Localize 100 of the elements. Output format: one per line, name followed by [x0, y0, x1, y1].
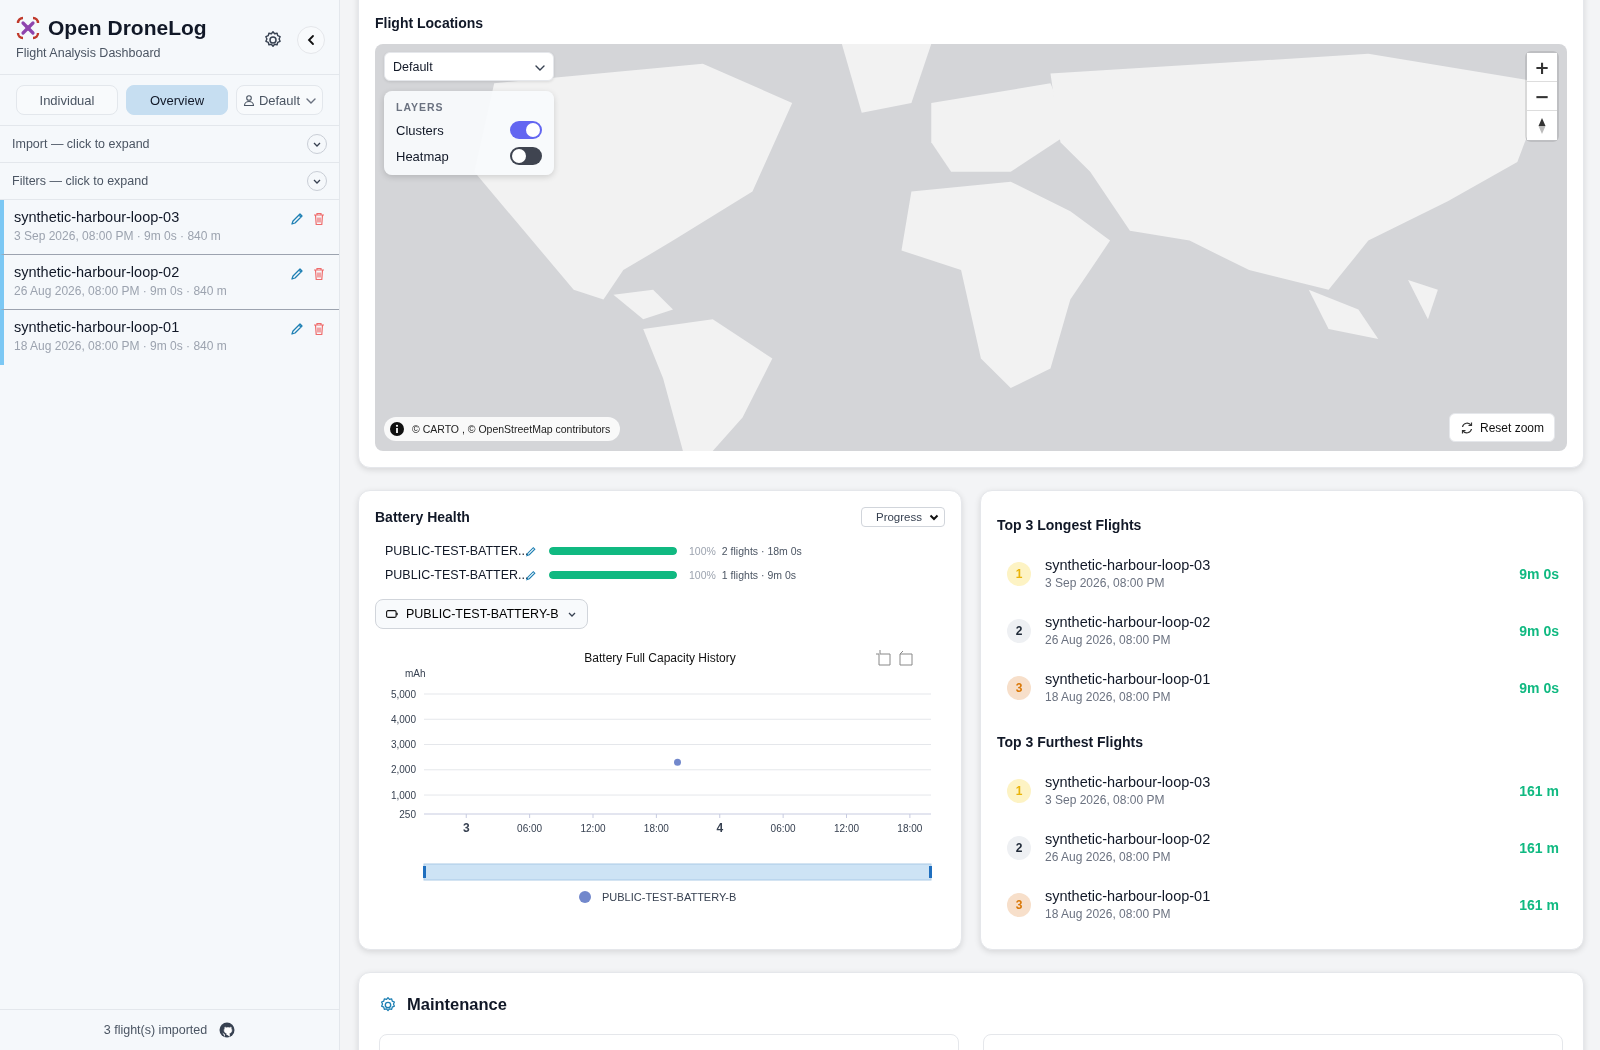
- flight-details: 26 Aug 2026, 08:00 PM · 9m 0s · 840 m: [14, 284, 228, 298]
- flight-name: synthetic-harbour-loop-03: [14, 209, 181, 225]
- restore-icon[interactable]: [899, 650, 913, 666]
- battery-icon: [386, 610, 398, 618]
- compass-icon: [1537, 116, 1547, 135]
- github-icon[interactable]: [219, 1022, 236, 1038]
- health-percent: 100%: [689, 545, 716, 557]
- map-style-dropdown[interactable]: Default: [384, 52, 554, 81]
- delete-icon[interactable]: [311, 321, 327, 337]
- delete-icon[interactable]: [311, 266, 327, 282]
- rank-badge: 3: [1007, 675, 1031, 700]
- tick-label: 3,000: [390, 739, 416, 751]
- app-title: Open DroneLog: [48, 16, 207, 40]
- app-subtitle: Flight Analysis Dashboard: [16, 46, 162, 60]
- toggle-switch[interactable]: [510, 147, 542, 165]
- data-point[interactable]: [674, 758, 681, 766]
- flight-list-item[interactable]: synthetic-harbour-loop-01 18 Aug 2026, 08:00 PM · 9m 0s · 840 m: [0, 310, 339, 365]
- view-dropdown[interactable]: Progress: [860, 507, 945, 527]
- flight-name: synthetic-harbour-loop-02: [14, 264, 181, 280]
- rank-badge: 3: [1007, 892, 1031, 917]
- flight-date: 26 Aug 2026, 08:00 PM: [1045, 850, 1172, 864]
- chevron-left-icon: [306, 34, 316, 46]
- flight-details: 18 Aug 2026, 08:00 PM · 9m 0s · 840 m: [14, 339, 228, 353]
- tick-label: 12:00: [834, 823, 859, 834]
- flight-date: 3 Sep 2026, 08:00 PM: [1045, 576, 1166, 590]
- flight-details: 3 Sep 2026, 08:00 PM · 9m 0s · 840 m: [14, 229, 222, 243]
- rank-badge: 2: [1007, 618, 1031, 643]
- range-slider[interactable]: [423, 863, 932, 881]
- flight-name: synthetic-harbour-loop-02: [1045, 614, 1212, 630]
- layers-heading: LAYERS: [396, 101, 445, 113]
- section-label: Import — click to expand: [12, 137, 150, 151]
- card-title: Flight Locations: [375, 15, 485, 31]
- flight-name: synthetic-harbour-loop-02: [1045, 831, 1212, 847]
- tick-label: 18:00: [643, 823, 669, 834]
- axis-label: mAh: [405, 668, 426, 679]
- flight-value: 9m 0s: [1519, 622, 1559, 639]
- user-icon: [242, 94, 255, 106]
- edit-icon[interactable]: [289, 211, 305, 227]
- health-percent: 100%: [689, 569, 716, 581]
- map-attribution: © CARTO , © OpenStreetMap contributors: [412, 423, 611, 435]
- section-title: Top 3 Longest Flights: [997, 517, 1143, 533]
- tick-label: 250: [399, 808, 416, 820]
- import-count: 3 flight(s) imported: [103, 1023, 208, 1037]
- flight-name: synthetic-harbour-loop-01: [14, 319, 181, 335]
- zoom-in-button[interactable]: +: [1527, 53, 1557, 82]
- legend-marker[interactable]: [579, 891, 591, 903]
- tick-label: 06:00: [770, 823, 796, 834]
- legend-label[interactable]: PUBLIC-TEST-BATTERY-B: [602, 891, 737, 903]
- flight-value: 161 m: [1519, 896, 1559, 913]
- chart-title: Battery Full Capacity History: [584, 651, 736, 665]
- tick-label: 3: [462, 821, 470, 835]
- reset-zoom-button[interactable]: Reset zoom: [1448, 413, 1555, 442]
- layer-label: Heatmap: [396, 148, 449, 164]
- battery-stats: 2 flights · 18m 0s: [721, 545, 802, 557]
- view-tab[interactable]: Overview: [126, 85, 228, 115]
- tick-label: 18:00: [897, 823, 923, 834]
- layer-label: Clusters: [396, 122, 444, 138]
- section-title: Top 3 Furthest Flights: [997, 734, 1144, 750]
- edit-icon[interactable]: [289, 266, 305, 282]
- flight-name: synthetic-harbour-loop-01: [1045, 888, 1212, 904]
- card-title: Battery Health: [375, 509, 470, 525]
- flight-value: 9m 0s: [1519, 679, 1559, 696]
- flight-name: synthetic-harbour-loop-03: [1045, 557, 1212, 573]
- flight-date: 18 Aug 2026, 08:00 PM: [1045, 907, 1172, 921]
- settings-icon: [263, 30, 283, 50]
- profile-dropdown[interactable]: Default: [236, 85, 323, 115]
- flight-date: 18 Aug 2026, 08:00 PM: [1045, 690, 1172, 704]
- drone-logo: [16, 16, 40, 40]
- flight-value: 161 m: [1519, 839, 1559, 856]
- collapse-sidebar-button[interactable]: [297, 26, 325, 54]
- flight-name: synthetic-harbour-loop-03: [1045, 774, 1212, 790]
- toggle-switch[interactable]: [510, 121, 542, 139]
- flight-date: 3 Sep 2026, 08:00 PM: [1045, 793, 1166, 807]
- tick-label: 12:00: [580, 823, 606, 834]
- rank-badge: 2: [1007, 835, 1031, 860]
- battery-dropdown[interactable]: PUBLIC-TEST-BATTERY-B: [375, 599, 588, 629]
- view-tab[interactable]: Individual: [16, 85, 118, 115]
- rank-badge: 1: [1007, 778, 1031, 803]
- flight-list-item[interactable]: synthetic-harbour-loop-03 3 Sep 2026, 08:00 PM · 9m 0s · 840 m: [0, 200, 339, 255]
- flight-date: 26 Aug 2026, 08:00 PM: [1045, 633, 1172, 647]
- flight-value: 161 m: [1519, 782, 1559, 799]
- battery-stats: 1 flights · 9m 0s: [721, 569, 796, 581]
- delete-icon[interactable]: [311, 211, 327, 227]
- edit-icon[interactable]: [289, 321, 305, 337]
- refresh-icon: [1459, 420, 1474, 435]
- tick-label: 4,000: [390, 713, 416, 725]
- flight-name: synthetic-harbour-loop-01: [1045, 671, 1212, 687]
- rank-badge: 1: [1007, 561, 1031, 586]
- tick-label: 4: [716, 821, 724, 835]
- flight-list-item[interactable]: synthetic-harbour-loop-02 26 Aug 2026, 08:00 PM · 9m 0s · 840 m: [0, 255, 339, 310]
- tick-label: 5,000: [390, 688, 416, 700]
- tick-label: 1,000: [390, 789, 416, 801]
- section-label: Filters — click to expand: [12, 174, 149, 188]
- settings-icon: [379, 995, 397, 1014]
- flight-value: 9m 0s: [1519, 565, 1559, 582]
- tick-label: 2,000: [390, 764, 416, 776]
- tick-label: 06:00: [517, 823, 543, 834]
- info-icon[interactable]: [390, 422, 404, 436]
- map[interactable]: Default LAYERS Clusters Heatmap + − © CARTO , © OpenStreetMap contributors Reset zoom: [375, 44, 1567, 451]
- card-title: Maintenance: [407, 995, 507, 1014]
